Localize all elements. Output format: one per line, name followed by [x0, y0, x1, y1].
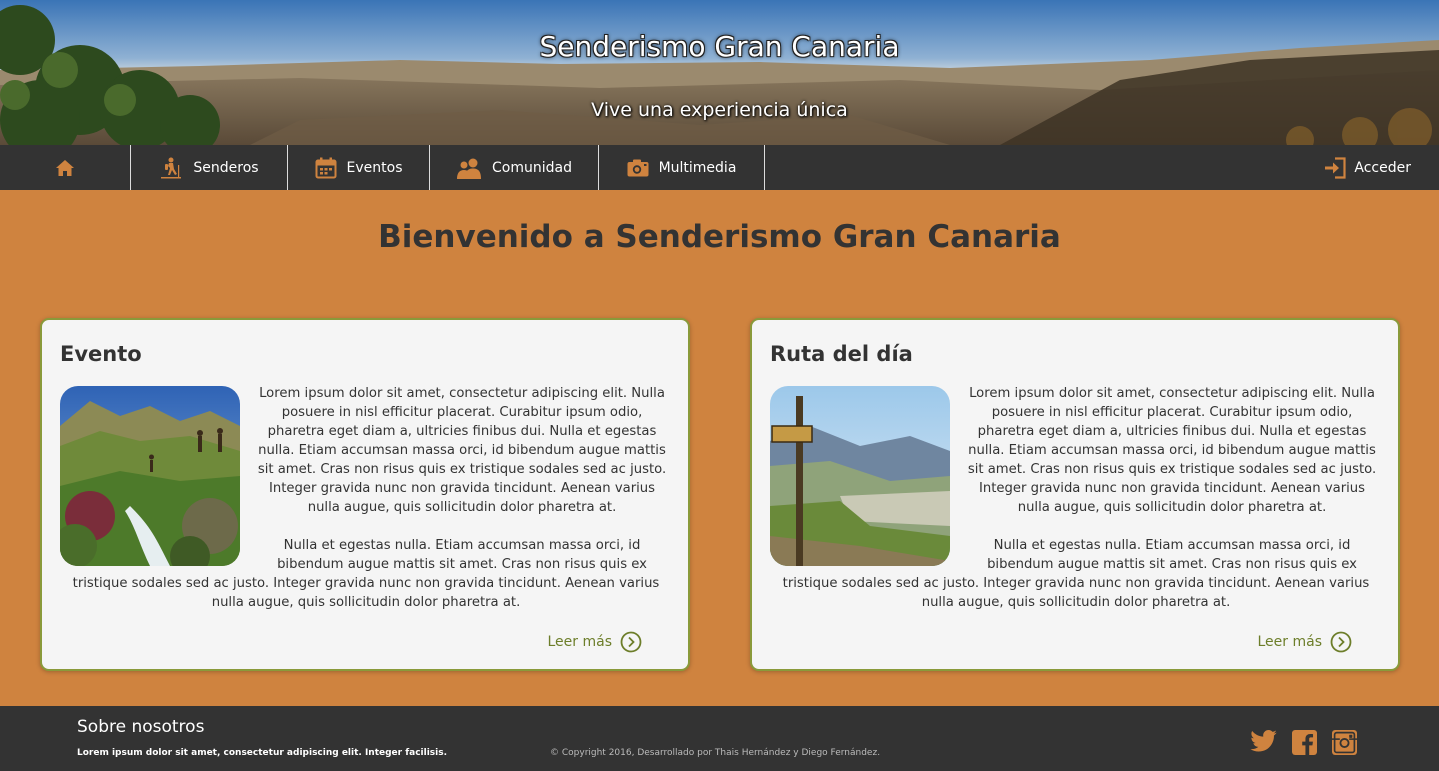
footer: Sobre nosotros Lorem ipsum dolor sit ame…	[0, 706, 1439, 771]
nav-senderos-label: Senderos	[193, 159, 259, 176]
header-banner: Senderismo Gran Canaria Vive una experie…	[0, 0, 1439, 145]
main-nav: Senderos Eventos Comunidad Multimedia Ac…	[0, 145, 1439, 190]
nav-comunidad[interactable]: Comunidad	[430, 145, 599, 190]
nav-multimedia-label: Multimedia	[658, 159, 737, 176]
home-icon	[56, 159, 74, 176]
read-more-link[interactable]: Leer más	[548, 631, 643, 653]
calendar-icon	[315, 157, 337, 178]
chevron-right-circle-icon	[620, 631, 642, 653]
footer-title: Sobre nosotros	[77, 717, 205, 737]
nav-senderos[interactable]: Senderos	[131, 145, 288, 190]
users-icon	[457, 158, 482, 179]
nav-eventos[interactable]: Eventos	[288, 145, 430, 190]
site-title: Senderismo Gran Canaria	[539, 30, 900, 63]
landscape-background-image	[0, 0, 1439, 145]
card-title: Evento	[60, 342, 142, 366]
login-label: Acceder	[1354, 159, 1411, 176]
camera-icon	[627, 159, 649, 176]
card-body: Lorem ipsum dolor sit amet, consectetur …	[60, 384, 672, 612]
trail-signpost-photo	[770, 386, 950, 566]
login-icon	[1325, 156, 1346, 179]
hiker-icon	[161, 157, 182, 178]
copyright-text: © Copyright 2016, Desarrollado por Thais…	[550, 748, 881, 758]
site-subtitle: Vive una experiencia única	[591, 99, 848, 121]
read-more-link[interactable]: Leer más	[1258, 631, 1353, 653]
nav-comunidad-label: Comunidad	[492, 159, 572, 176]
read-more-label: Leer más	[1257, 634, 1323, 650]
card-title: Ruta del día	[770, 342, 913, 366]
nav-home[interactable]	[0, 145, 131, 190]
instagram-icon[interactable]	[1332, 730, 1357, 755]
nav-eventos-label: Eventos	[346, 159, 403, 176]
login-button[interactable]: Acceder	[1324, 145, 1411, 190]
footer-about-text: Lorem ipsum dolor sit amet, consectetur …	[77, 748, 448, 758]
hikers-photo	[60, 386, 240, 566]
page-title: Bienvenido a Senderismo Gran Canaria	[378, 219, 1061, 255]
route-card: Ruta del día Lorem ipsum dolor sit amet,…	[750, 318, 1400, 671]
chevron-right-circle-icon	[1330, 631, 1352, 653]
read-more-label: Leer más	[547, 634, 613, 650]
nav-multimedia[interactable]: Multimedia	[599, 145, 765, 190]
facebook-icon[interactable]	[1292, 730, 1317, 755]
event-card: Evento Lorem ipsum dolor sit amet, conse…	[40, 318, 690, 671]
twitter-icon[interactable]	[1250, 730, 1277, 752]
card-body: Lorem ipsum dolor sit amet, consectetur …	[770, 384, 1382, 612]
